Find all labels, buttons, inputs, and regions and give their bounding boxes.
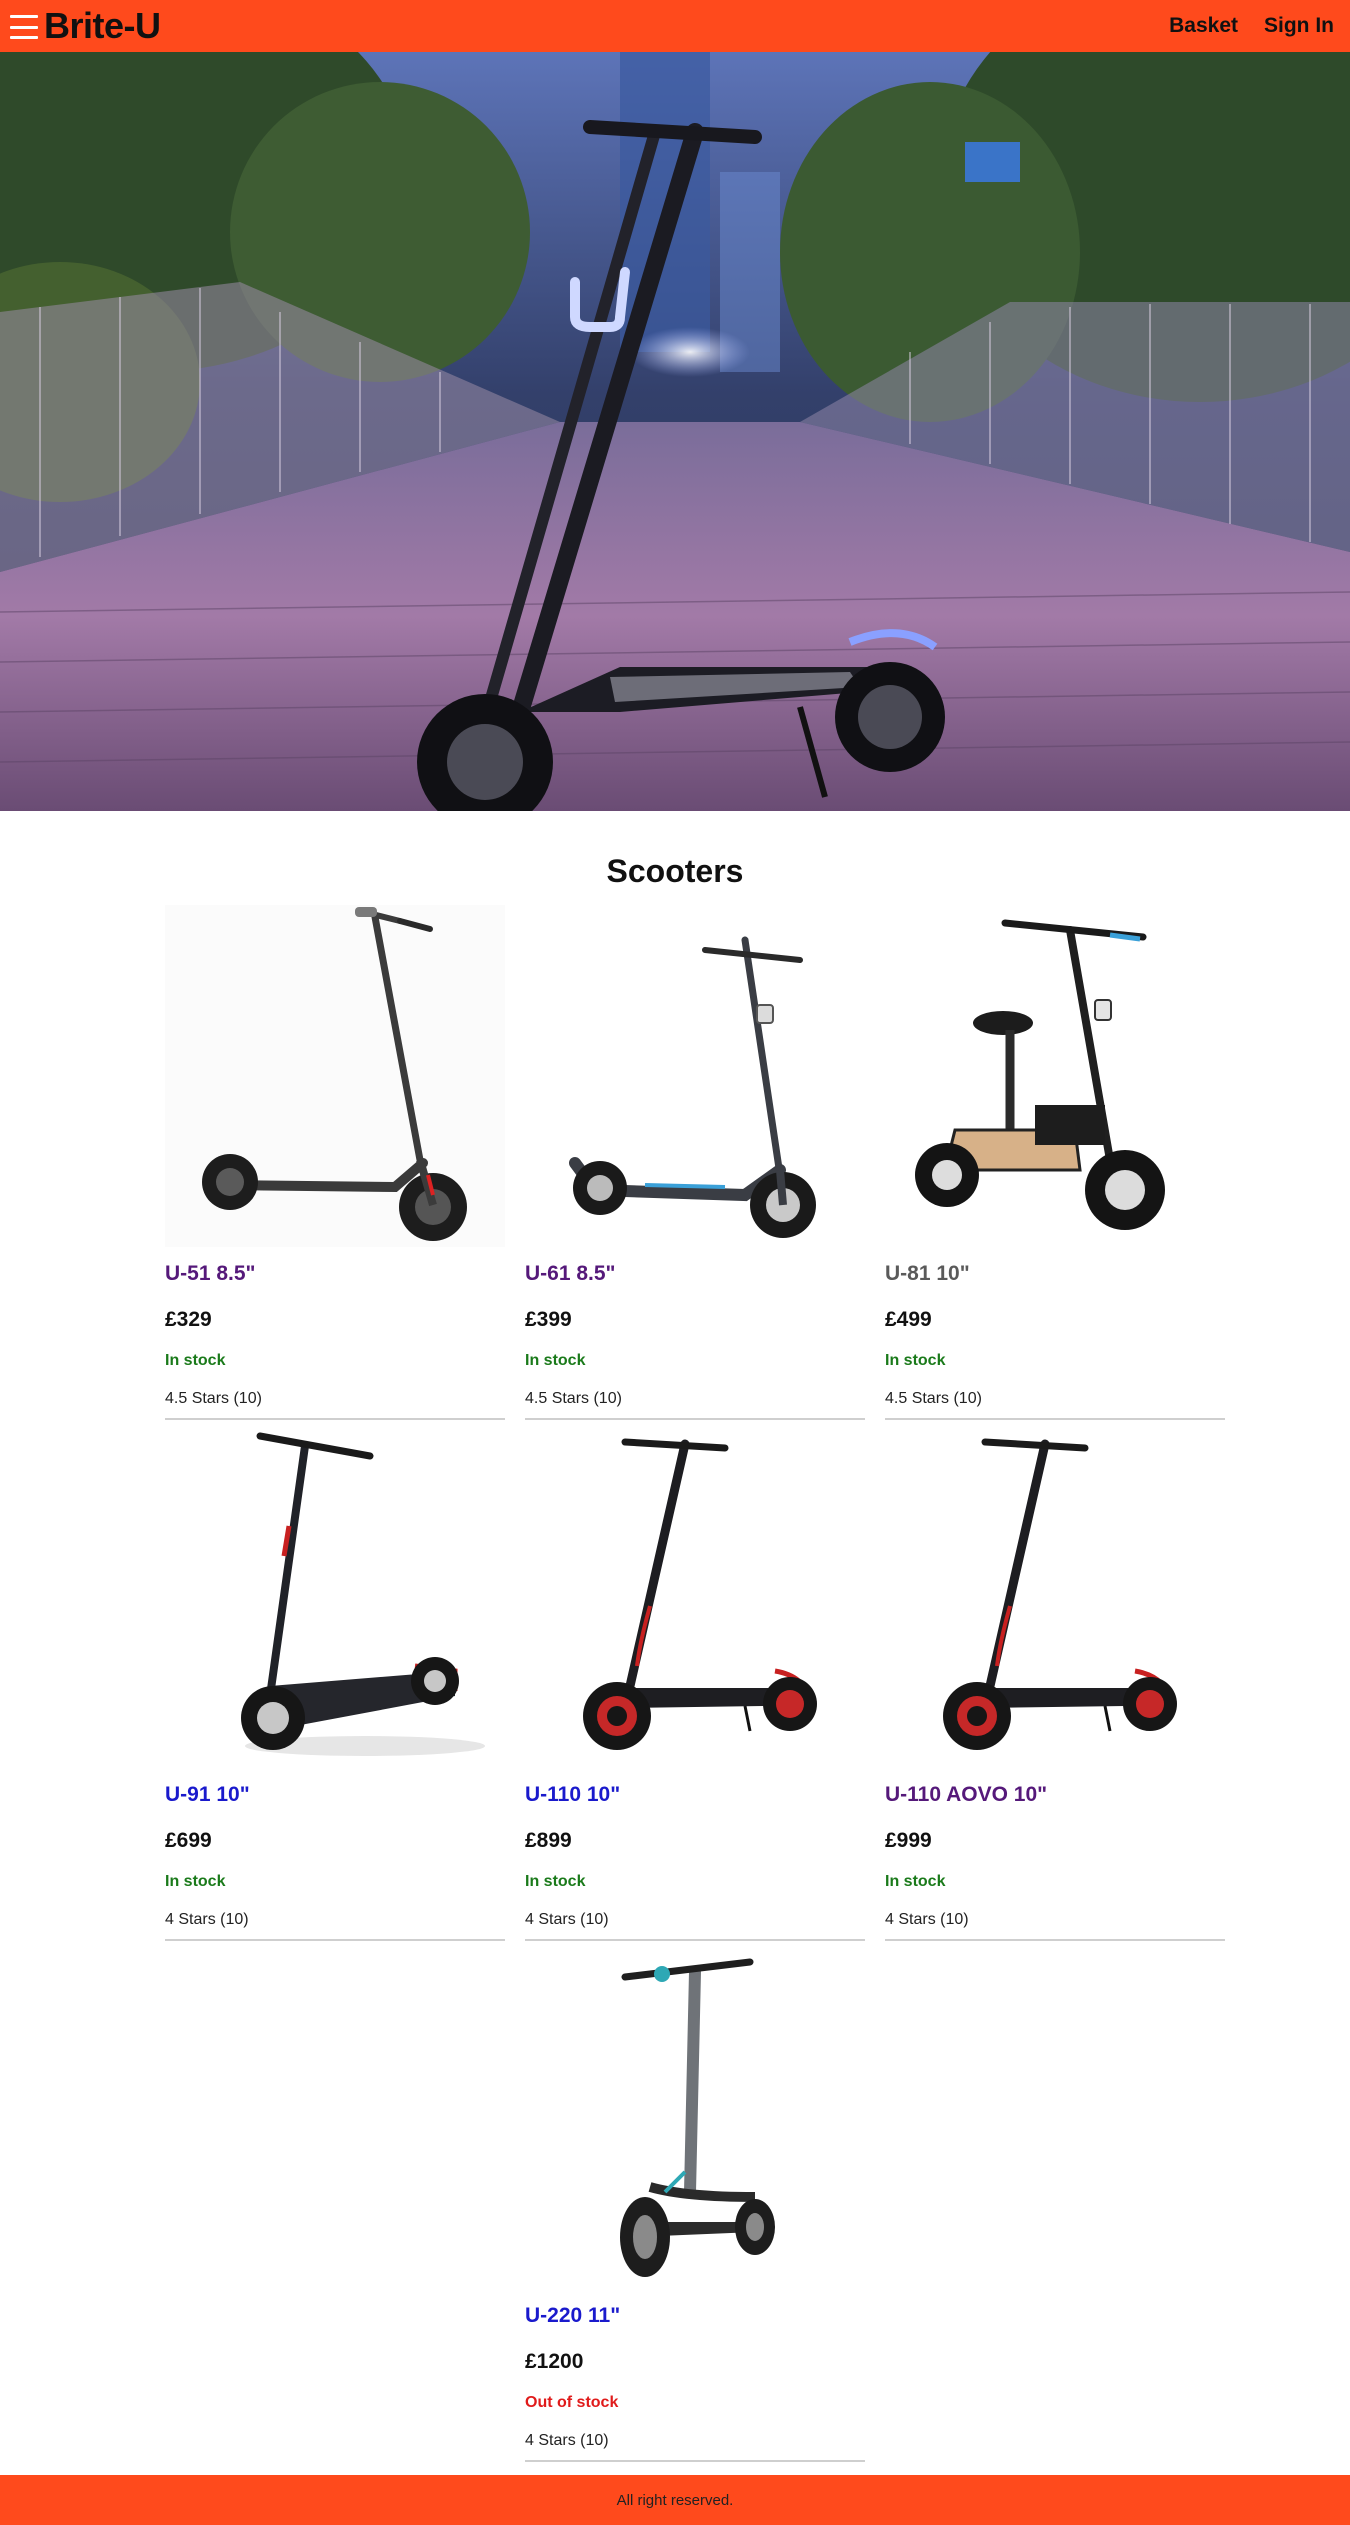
scooter-teal-icon bbox=[620, 1958, 775, 2277]
card-divider bbox=[525, 1418, 865, 1420]
product-price: £999 bbox=[885, 1829, 932, 1852]
product-price: £1200 bbox=[525, 2350, 584, 2373]
stock-status: In stock bbox=[165, 1873, 226, 1890]
top-nav: Basket Sign In bbox=[1169, 14, 1334, 38]
product-name-link[interactable]: U-61 8.5" bbox=[525, 1262, 616, 1286]
product-image[interactable] bbox=[165, 905, 505, 1247]
card-divider bbox=[525, 1939, 865, 1941]
product-price: £699 bbox=[165, 1829, 212, 1852]
hamburger-menu-icon[interactable] bbox=[10, 13, 38, 39]
product-price: £399 bbox=[525, 1308, 572, 1331]
product-price: £329 bbox=[165, 1308, 212, 1331]
scooter-light-icon bbox=[569, 936, 816, 1238]
scooter-red-icon bbox=[943, 1438, 1177, 1750]
hero-banner bbox=[0, 52, 1350, 811]
product-image[interactable] bbox=[165, 1426, 505, 1768]
card-divider bbox=[885, 1418, 1225, 1420]
footer: All right reserved. bbox=[0, 2475, 1350, 2525]
card-divider bbox=[165, 1939, 505, 1941]
card-divider bbox=[525, 2460, 865, 2462]
product-name-link[interactable]: U-51 8.5" bbox=[165, 1262, 256, 1286]
site-logo[interactable]: Brite-U bbox=[44, 0, 161, 52]
product-name-link[interactable]: U-110 AOVO 10" bbox=[885, 1783, 1047, 1807]
product-rating: 4.5 Stars (10) bbox=[885, 1390, 982, 1407]
product-image[interactable] bbox=[525, 1426, 865, 1768]
top-bar: Brite-U Basket Sign In bbox=[0, 0, 1350, 52]
scooter-seated-icon bbox=[915, 919, 1165, 1230]
card-divider bbox=[885, 1939, 1225, 1941]
scooter-red-icon bbox=[583, 1438, 817, 1750]
product-image[interactable] bbox=[525, 1947, 865, 2289]
product-rating: 4 Stars (10) bbox=[885, 1911, 969, 1928]
sign-in-link[interactable]: Sign In bbox=[1264, 14, 1334, 38]
product-name-link[interactable]: U-81 10" bbox=[885, 1262, 970, 1286]
product-rating: 4.5 Stars (10) bbox=[525, 1390, 622, 1407]
product-rating: 4 Stars (10) bbox=[525, 1911, 609, 1928]
scooter-folding-icon bbox=[165, 905, 505, 1247]
brand: Brite-U bbox=[10, 0, 161, 52]
product-rating: 4 Stars (10) bbox=[165, 1911, 249, 1928]
product-name-link[interactable]: U-110 10" bbox=[525, 1783, 620, 1807]
stock-status: Out of stock bbox=[525, 2394, 619, 2411]
stock-status: In stock bbox=[885, 1352, 946, 1369]
product-rating: 4.5 Stars (10) bbox=[165, 1390, 262, 1407]
product-price: £899 bbox=[525, 1829, 572, 1852]
page-title: Scooters bbox=[606, 853, 744, 890]
product-name-link[interactable]: U-91 10" bbox=[165, 1783, 250, 1807]
product-price: £499 bbox=[885, 1308, 932, 1331]
scooter-deck-icon bbox=[241, 1432, 485, 1756]
stock-status: In stock bbox=[525, 1873, 586, 1890]
product-name-link[interactable]: U-220 11" bbox=[525, 2304, 620, 2328]
footer-text: All right reserved. bbox=[616, 2491, 734, 2509]
stock-status: In stock bbox=[525, 1352, 586, 1369]
product-image[interactable] bbox=[885, 905, 1225, 1247]
stock-status: In stock bbox=[165, 1352, 226, 1369]
basket-link[interactable]: Basket bbox=[1169, 14, 1238, 38]
product-rating: 4 Stars (10) bbox=[525, 2432, 609, 2449]
hero-scooter-image bbox=[0, 52, 1350, 811]
product-image[interactable] bbox=[885, 1426, 1225, 1768]
stock-status: In stock bbox=[885, 1873, 946, 1890]
card-divider bbox=[165, 1418, 505, 1420]
product-image[interactable] bbox=[525, 905, 865, 1247]
